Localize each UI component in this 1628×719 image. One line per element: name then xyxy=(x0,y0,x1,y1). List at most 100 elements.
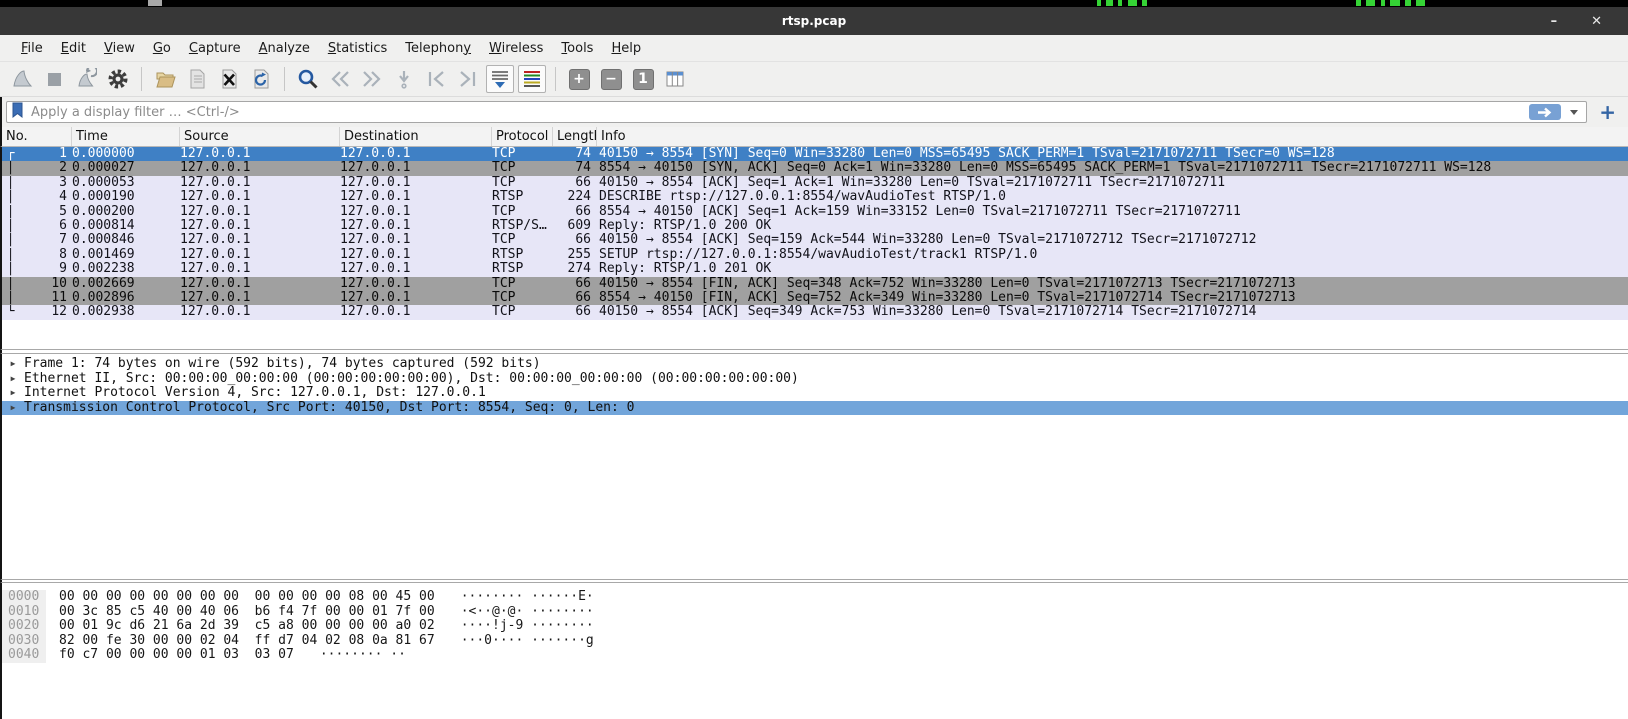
menu-item[interactable]: File xyxy=(12,37,52,60)
window-title: rtsp.pcap xyxy=(782,14,846,28)
packet-row[interactable]: │ 10 0.002669 127.0.0.1 127.0.0.1 TCP 66… xyxy=(2,277,1628,291)
find-packet-icon[interactable] xyxy=(294,65,322,93)
column-header-protocol[interactable]: Protocol xyxy=(492,127,553,146)
zoom-out-icon[interactable]: − xyxy=(597,65,625,93)
packet-row[interactable]: │ 11 0.002896 127.0.0.1 127.0.0.1 TCP 66… xyxy=(2,291,1628,305)
cell-source: 127.0.0.1 xyxy=(180,205,340,219)
packet-row[interactable]: │ 6 0.000814 127.0.0.1 127.0.0.1 RTSP/S…… xyxy=(2,219,1628,233)
cell-destination: 127.0.0.1 xyxy=(340,219,492,233)
menu-item[interactable]: View xyxy=(95,37,144,60)
packet-row[interactable]: └ 12 0.002938 127.0.0.1 127.0.0.1 TCP 66… xyxy=(2,305,1628,319)
background-terminal-peek xyxy=(1381,0,1385,6)
expander-icon[interactable]: ▶ xyxy=(2,357,24,372)
packet-row[interactable]: │ 4 0.000190 127.0.0.1 127.0.0.1 RTSP 22… xyxy=(2,190,1628,204)
reload-file-icon[interactable] xyxy=(247,65,275,93)
zoom-100-icon[interactable]: 1 xyxy=(629,65,657,93)
cell-no: │ 3 xyxy=(2,176,72,190)
menu-item[interactable]: Analyze xyxy=(250,37,319,60)
packet-row[interactable]: │ 9 0.002238 127.0.0.1 127.0.0.1 RTSP 27… xyxy=(2,262,1628,276)
menu-item[interactable]: Go xyxy=(144,37,180,60)
background-terminal-peek xyxy=(1390,0,1400,6)
menu-item[interactable]: Tools xyxy=(552,37,602,60)
start-capture-icon[interactable] xyxy=(8,65,36,93)
cell-protocol: RTSP xyxy=(492,190,553,204)
filter-dropdown-caret[interactable] xyxy=(1570,110,1578,115)
packet-row[interactable]: │ 3 0.000053 127.0.0.1 127.0.0.1 TCP 66 … xyxy=(2,176,1628,190)
packet-row[interactable]: │ 2 0.000027 127.0.0.1 127.0.0.1 TCP 74 … xyxy=(2,161,1628,175)
cell-source: 127.0.0.1 xyxy=(180,233,340,247)
cell-info: Reply: RTSP/1.0 200 OK xyxy=(597,219,1628,233)
go-forward-icon[interactable] xyxy=(358,65,386,93)
cell-source: 127.0.0.1 xyxy=(180,219,340,233)
column-header-source[interactable]: Source xyxy=(180,127,340,146)
background-terminal-peek xyxy=(1128,0,1137,6)
cell-destination: 127.0.0.1 xyxy=(340,262,492,276)
detail-line[interactable]: ▶ Internet Protocol Version 4, Src: 127.… xyxy=(2,386,1628,401)
column-header-destination[interactable]: Destination xyxy=(340,127,492,146)
hex-row[interactable]: 0030 82 00 fe 30 00 00 02 04 ff d7 04 02… xyxy=(2,634,1628,649)
hex-row[interactable]: 0000 00 00 00 00 00 00 00 00 00 00 00 00… xyxy=(2,590,1628,605)
close-button[interactable]: ✕ xyxy=(1591,14,1602,29)
menu-item[interactable]: Edit xyxy=(52,37,95,60)
column-header-no[interactable]: No. xyxy=(2,127,72,146)
cell-time: 0.002669 xyxy=(72,277,180,291)
column-header-time[interactable]: Time xyxy=(72,127,180,146)
stream-mark: │ xyxy=(2,161,19,175)
packet-row[interactable]: ┌ 1 0.000000 127.0.0.1 127.0.0.1 TCP 74 … xyxy=(2,147,1628,161)
close-file-icon[interactable] xyxy=(215,65,243,93)
apply-filter-icon[interactable] xyxy=(1529,104,1561,120)
menu-bar: File Edit View Go Capture Analyze Statis… xyxy=(0,35,1628,62)
cell-info: 40150 → 8554 [FIN, ACK] Seq=348 Ack=752 … xyxy=(597,277,1628,291)
hex-row[interactable]: 0020 00 01 9c d6 21 6a 2d 39 c5 a8 00 00… xyxy=(2,619,1628,634)
background-terminal-peek xyxy=(1405,0,1411,6)
hex-offset: 0010 xyxy=(2,605,46,620)
go-last-icon[interactable] xyxy=(454,65,482,93)
background-terminal-peek xyxy=(1142,0,1147,6)
colorize-packets-icon[interactable] xyxy=(518,65,546,93)
restart-capture-icon[interactable] xyxy=(72,65,100,93)
zoom-in-icon[interactable]: + xyxy=(565,65,593,93)
go-back-icon[interactable] xyxy=(326,65,354,93)
cell-no: │ 11 xyxy=(2,291,72,305)
column-header-info[interactable]: Info xyxy=(597,127,1628,146)
filter-bookmark-icon[interactable] xyxy=(11,101,24,123)
expander-icon[interactable]: ▶ xyxy=(2,386,24,401)
detail-line[interactable]: ▶ Ethernet II, Src: 00:00:00_00:00:00 (0… xyxy=(2,372,1628,387)
hex-row[interactable]: 0040 f0 c7 00 00 00 00 01 03 03 07 ·····… xyxy=(2,648,1628,663)
packet-row[interactable]: │ 7 0.000846 127.0.0.1 127.0.0.1 TCP 66 … xyxy=(2,233,1628,247)
cell-info: 40150 → 8554 [ACK] Seq=159 Ack=544 Win=3… xyxy=(597,233,1628,247)
cell-source: 127.0.0.1 xyxy=(180,305,340,319)
display-filter-input[interactable] xyxy=(29,104,1524,121)
menu-item[interactable]: Wireless xyxy=(480,37,552,60)
menu-item[interactable]: Help xyxy=(602,37,650,60)
auto-scroll-icon[interactable] xyxy=(486,65,514,93)
expander-icon[interactable]: ▶ xyxy=(2,372,24,387)
cell-source: 127.0.0.1 xyxy=(180,277,340,291)
minimize-button[interactable]: – xyxy=(1551,14,1558,29)
save-file-icon[interactable] xyxy=(183,65,211,93)
go-to-packet-icon[interactable] xyxy=(390,65,418,93)
cell-no: │ 5 xyxy=(2,205,72,219)
packet-row[interactable]: │ 8 0.001469 127.0.0.1 127.0.0.1 RTSP 25… xyxy=(2,248,1628,262)
detail-line[interactable]: ▶ Frame 1: 74 bytes on wire (592 bits), … xyxy=(2,357,1628,372)
capture-options-icon[interactable] xyxy=(104,65,132,93)
menu-item[interactable]: Capture xyxy=(180,37,250,60)
resize-columns-icon[interactable] xyxy=(661,65,689,93)
hex-row[interactable]: 0010 00 3c 85 c5 40 00 40 06 b6 f4 7f 00… xyxy=(2,605,1628,620)
add-filter-button[interactable]: + xyxy=(1595,102,1620,122)
filter-bar: + xyxy=(0,97,1628,127)
go-first-icon[interactable] xyxy=(422,65,450,93)
open-file-icon[interactable] xyxy=(151,65,179,93)
menu-item[interactable]: Telephony xyxy=(396,37,480,60)
cell-source: 127.0.0.1 xyxy=(180,161,340,175)
cell-destination: 127.0.0.1 xyxy=(340,176,492,190)
cell-protocol: TCP xyxy=(492,205,553,219)
menu-item[interactable]: Statistics xyxy=(319,37,396,60)
expander-icon[interactable]: ▶ xyxy=(2,401,24,416)
packet-row[interactable]: │ 5 0.000200 127.0.0.1 127.0.0.1 TCP 66 … xyxy=(2,205,1628,219)
column-header-length[interactable]: Length xyxy=(553,127,597,146)
stop-capture-icon[interactable] xyxy=(40,65,68,93)
cell-time: 0.000190 xyxy=(72,190,180,204)
detail-line[interactable]: ▶ Transmission Control Protocol, Src Por… xyxy=(2,401,1628,416)
packet-list-header: No. Time Source Destination Protocol Len… xyxy=(0,127,1628,147)
